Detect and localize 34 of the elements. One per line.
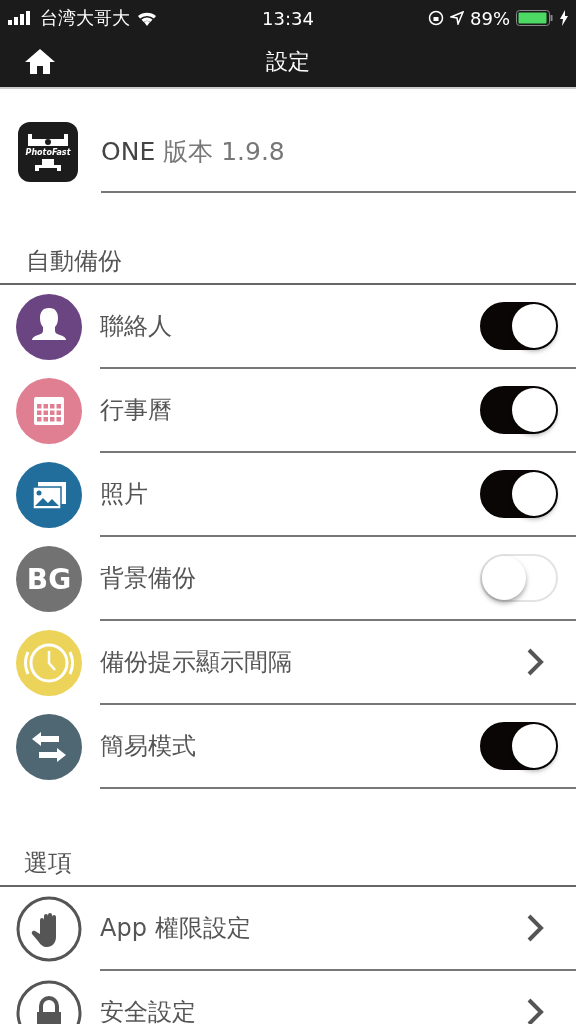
hand-icon [16,896,82,962]
setting-label[interactable]: 背景備份 [100,562,196,594]
app-name: ONE [101,136,156,166]
section-header: 選項 [0,789,576,887]
setting-label[interactable]: 聯絡人 [100,310,172,342]
toggle-switch[interactable] [480,302,558,350]
home-icon[interactable] [24,48,56,74]
wifi-icon [136,10,158,26]
drive-icon [26,133,70,148]
battery-icon [516,10,554,26]
logo-text: PhotoFast [25,147,71,157]
setting-label[interactable]: 行事曆 [100,394,172,426]
location-arrow-icon [450,11,464,25]
chevron-right-icon[interactable] [526,913,544,943]
section-header: 自動備份 [0,193,576,285]
setting-label[interactable]: App 權限設定 [100,912,251,944]
version-number: 版本 1.9.8 [163,135,285,168]
rotation-lock-icon [428,10,444,26]
chevron-right-icon[interactable] [526,647,544,677]
bg-icon: BG [16,546,82,612]
page-title: 設定 [266,47,310,76]
charging-bolt-icon [560,10,568,26]
clock-time: 13:34 [262,7,314,29]
toggle-switch[interactable] [480,470,558,518]
chevron-right-icon[interactable] [526,997,544,1024]
toggle-switch[interactable] [480,722,558,770]
setting-label[interactable]: 照片 [100,478,148,510]
setting-label[interactable]: 簡易模式 [100,730,196,762]
connector-icon [33,156,63,171]
battery-percent: 89% [470,7,510,29]
setting-label[interactable]: 備份提示顯示間隔 [100,646,292,678]
toggle-switch[interactable] [480,386,558,434]
setting-label[interactable]: 安全設定 [100,996,196,1024]
carrier-name: 台湾大哥大 [40,6,130,30]
